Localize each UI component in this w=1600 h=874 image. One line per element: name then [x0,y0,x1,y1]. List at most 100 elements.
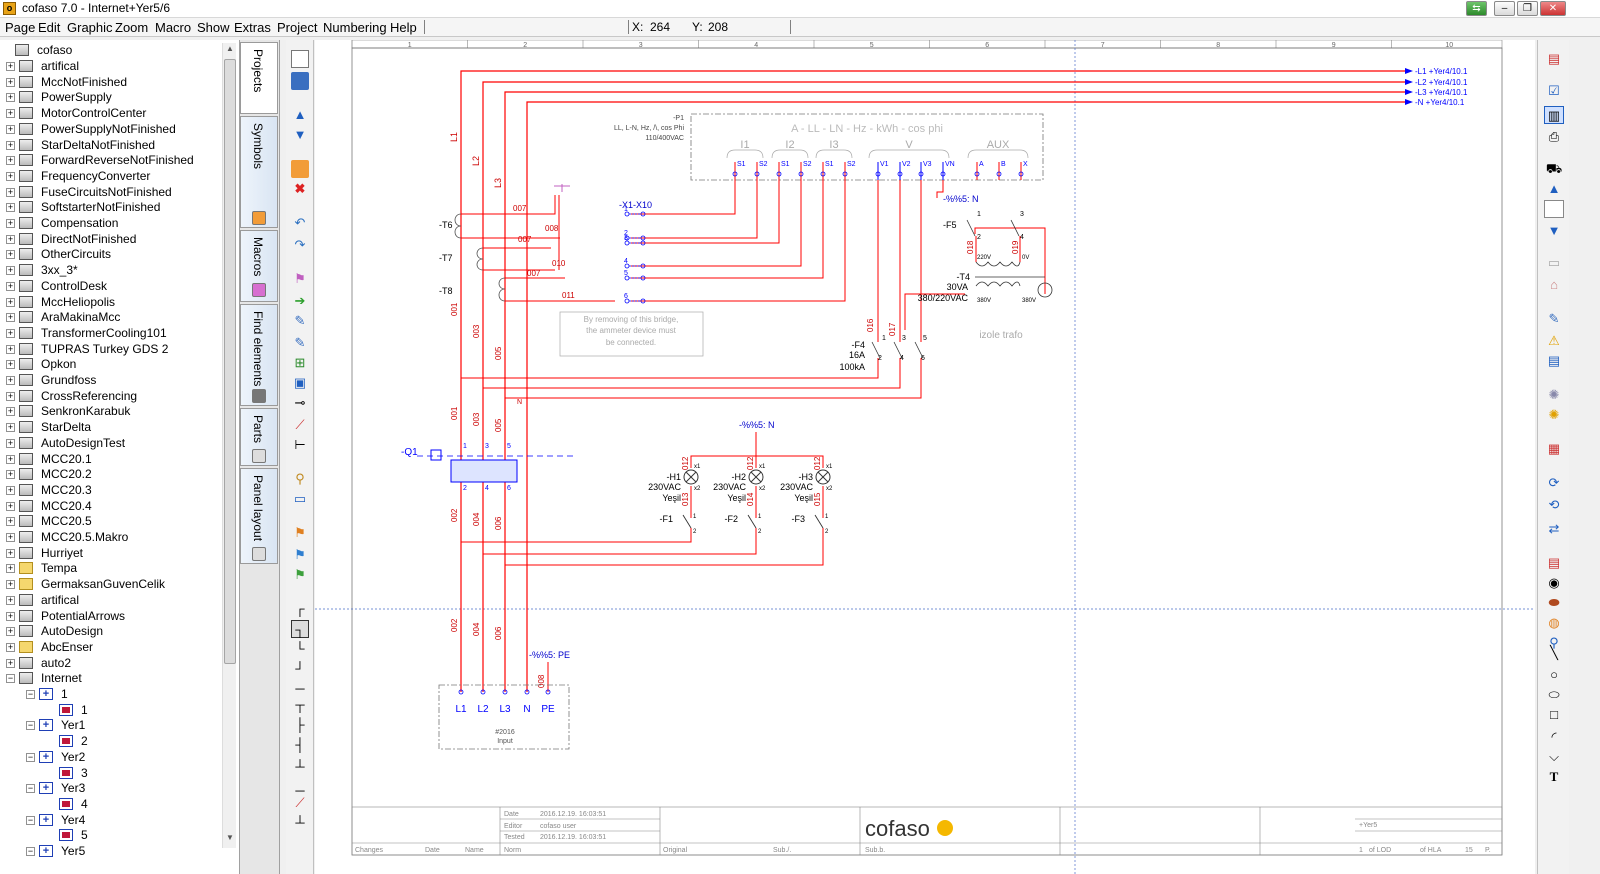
tab-projects[interactable]: Projects [240,42,278,114]
wrench-icon[interactable]: ✎ [1544,310,1564,328]
expand-icon[interactable]: + [6,156,15,166]
expand-icon[interactable]: + [6,627,15,637]
expand-icon[interactable]: + [6,281,15,291]
expand-icon[interactable]: + [6,438,15,448]
corner-tl-icon[interactable]: ┌ [291,600,309,618]
refresh-icon[interactable]: ⟳ [1544,474,1564,492]
ball-icon[interactable]: ◉ [1544,574,1564,592]
tee-up2-icon[interactable]: ┴ [291,814,309,832]
expand-icon[interactable]: + [6,344,15,354]
rect-tool-icon[interactable]: □ [1544,706,1564,724]
expand-icon[interactable]: + [6,501,15,511]
expand-icon[interactable]: + [6,93,15,103]
redo-icon[interactable]: ↷ [291,236,309,254]
expand-icon[interactable]: + [6,423,15,433]
circle-tool-icon[interactable]: ○ [1544,666,1564,684]
measure-icon[interactable]: ⊢ [291,436,309,454]
menu-zoom[interactable]: Zoom [115,20,148,35]
tree-scrollbar[interactable]: ▲ ▼ [222,43,236,848]
line-tool-icon[interactable]: ╲ [1544,644,1564,662]
tee-right-icon[interactable]: ├ [291,716,309,734]
expand-icon[interactable]: + [6,250,15,260]
flag-blue-icon[interactable]: ⚑ [291,546,309,564]
window-icon[interactable]: ▭ [291,490,309,508]
expand-icon[interactable]: + [6,642,15,652]
checklist-icon[interactable]: ☑ [1544,82,1564,100]
collapse-icon[interactable]: − [6,674,15,684]
expand-icon[interactable]: + [6,266,15,276]
menu-project[interactable]: Project [277,20,317,35]
flag-green-icon[interactable]: ⚑ [291,566,309,584]
expand-icon[interactable]: + [6,140,15,150]
import-icon[interactable]: ⇄ [1544,520,1564,538]
scroll-up-icon[interactable]: ▲ [224,44,236,58]
expand-icon[interactable]: + [6,376,15,385]
basketball-icon[interactable]: ◍ [1544,614,1564,632]
ellipse-tool-icon[interactable]: ⬭ [1544,686,1564,704]
text-tool-icon[interactable]: T [1544,768,1564,786]
rss-icon[interactable] [291,160,309,178]
expand-icon[interactable]: + [6,564,15,574]
upload-icon[interactable]: ▲ [1544,180,1564,198]
collapse-icon[interactable]: − [26,721,35,731]
wire-icon[interactable]: ⊸ [291,394,309,412]
switch-window-button[interactable]: ⇆ [1466,1,1487,16]
bulb-off-icon[interactable]: ✺ [1544,386,1564,404]
cross-line-icon[interactable]: ⟋ [291,794,309,812]
collapse-icon[interactable]: − [26,815,35,825]
layout-icon[interactable]: ▥ [1544,106,1564,124]
menu-extras[interactable]: Extras [234,20,271,35]
corner-bl-icon[interactable]: └ [291,640,309,658]
expand-icon[interactable]: + [6,203,15,213]
corner-br-icon[interactable]: ┘ [291,660,309,678]
expand-icon[interactable]: + [6,595,15,605]
collapse-icon[interactable]: − [26,752,35,762]
expand-icon[interactable]: + [6,234,15,244]
tag-icon[interactable]: ⌂ [1544,276,1564,294]
polyline-tool-icon[interactable]: ⌵ [1544,748,1564,766]
arrow-down-icon[interactable]: ▼ [291,126,309,144]
tee-up-icon[interactable]: ┴ [291,758,309,776]
tab-find-elements[interactable]: Find elements [240,304,278,406]
flag-orange-icon[interactable]: ⚑ [291,524,309,542]
expand-icon[interactable]: + [6,313,15,323]
expand-icon[interactable]: + [6,485,15,495]
print-icon[interactable]: ⎙ [1544,128,1564,146]
select-rect-icon[interactable]: ▣ [291,374,309,392]
expand-icon[interactable]: + [6,611,15,621]
collapse-icon[interactable]: − [26,690,35,699]
tree-icon[interactable]: ⊞ [291,354,309,372]
zoom-icon[interactable]: ⚲ [291,470,309,488]
menu-page[interactable]: Page [5,20,35,35]
expand-icon[interactable]: + [6,548,15,558]
expand-icon[interactable]: + [6,77,15,87]
tab-symbols[interactable]: Symbols [240,116,278,228]
arrow-up-icon[interactable]: ▲ [291,106,309,124]
close-button[interactable]: ✕ [1540,1,1566,16]
menu-macro[interactable]: Macro [155,20,191,35]
collapse-icon[interactable]: − [26,847,35,856]
schematic-canvas[interactable]: 1 2 3 4 5 6 7 8 9 10 -L1 +Yer4/10.1 -L2 +Yer4/10.… [315,40,1535,874]
pen-icon[interactable]: ✎ [291,334,309,352]
expand-icon[interactable]: + [6,219,15,228]
football-icon[interactable]: ⬬ [1544,594,1564,612]
undo-icon[interactable]: ↶ [291,214,309,232]
arc-tool-icon[interactable]: ◜ [1544,728,1564,746]
pdf-icon[interactable]: ▤ [1544,50,1564,68]
expand-icon[interactable]: + [6,328,15,338]
tee-left-icon[interactable]: ┤ [291,736,309,754]
pencil-icon[interactable]: ✎ [291,312,309,330]
tab-parts[interactable]: Parts [240,408,278,466]
window-list-icon[interactable]: ▤ [1544,352,1564,370]
expand-icon[interactable]: + [6,533,15,542]
new-page-icon[interactable] [291,50,309,68]
expand-icon[interactable]: + [6,517,15,527]
car-icon[interactable]: ⛟ [1544,160,1564,178]
menu-numbering[interactable]: Numbering [323,20,387,35]
menu-edit[interactable]: Edit [38,20,60,35]
menu-graphic[interactable]: Graphic [67,20,113,35]
expand-icon[interactable]: + [6,171,15,181]
tab-panel-layout[interactable]: Panel layout [240,468,278,564]
collapse-icon[interactable]: − [26,784,35,794]
expand-icon[interactable]: + [6,658,15,668]
